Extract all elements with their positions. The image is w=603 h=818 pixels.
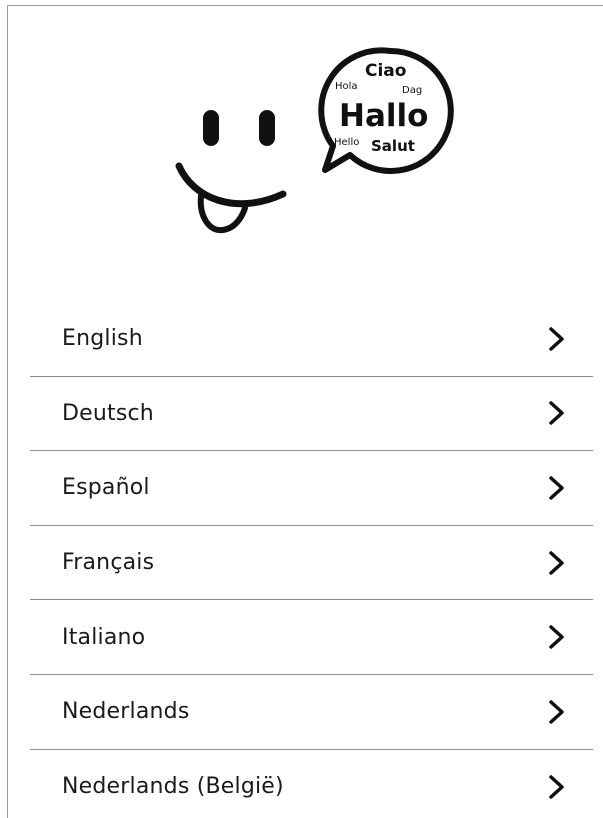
welcome-illustration: Ciao Hola Dag Hallo Hello Salut	[165, 38, 465, 248]
chevron-right-icon	[549, 327, 564, 351]
language-item-english[interactable]: English	[30, 302, 593, 377]
language-label: English	[62, 326, 143, 352]
chevron-right-icon	[549, 476, 564, 500]
language-item-italiano[interactable]: Italiano	[30, 600, 593, 675]
greeting-ciao: Ciao	[365, 61, 406, 81]
language-label: Italiano	[62, 624, 146, 650]
greeting-dag: Dag	[402, 85, 422, 96]
language-label: Nederlands	[62, 699, 190, 725]
greeting-hello: Hello	[334, 137, 359, 148]
language-item-nederlands[interactable]: Nederlands	[30, 675, 593, 750]
language-item-espanol[interactable]: Español	[30, 451, 593, 526]
language-list: English Deutsch Español Français Italian…	[30, 302, 593, 818]
language-item-francais[interactable]: Français	[30, 526, 593, 601]
chevron-right-icon	[549, 775, 564, 799]
language-label: Français	[62, 550, 155, 576]
chevron-right-icon	[549, 700, 564, 724]
chevron-right-icon	[549, 550, 564, 575]
chevron-right-icon	[549, 401, 564, 426]
language-label: Deutsch	[62, 400, 154, 426]
greeting-hallo: Hallo	[339, 98, 428, 134]
speech-bubble-icon: Ciao Hola Dag Hallo Hello Salut	[318, 47, 454, 174]
language-label: Nederlands (België)	[62, 774, 284, 800]
chevron-right-icon	[549, 625, 564, 649]
language-item-deutsch[interactable]: Deutsch	[30, 377, 593, 452]
greeting-hola: Hola	[335, 81, 358, 92]
greeting-salut: Salut	[371, 137, 415, 155]
language-label: Español	[62, 475, 150, 501]
language-item-nederlands-belgie[interactable]: Nederlands (België)	[30, 750, 593, 818]
smiley-face-icon	[175, 110, 287, 234]
